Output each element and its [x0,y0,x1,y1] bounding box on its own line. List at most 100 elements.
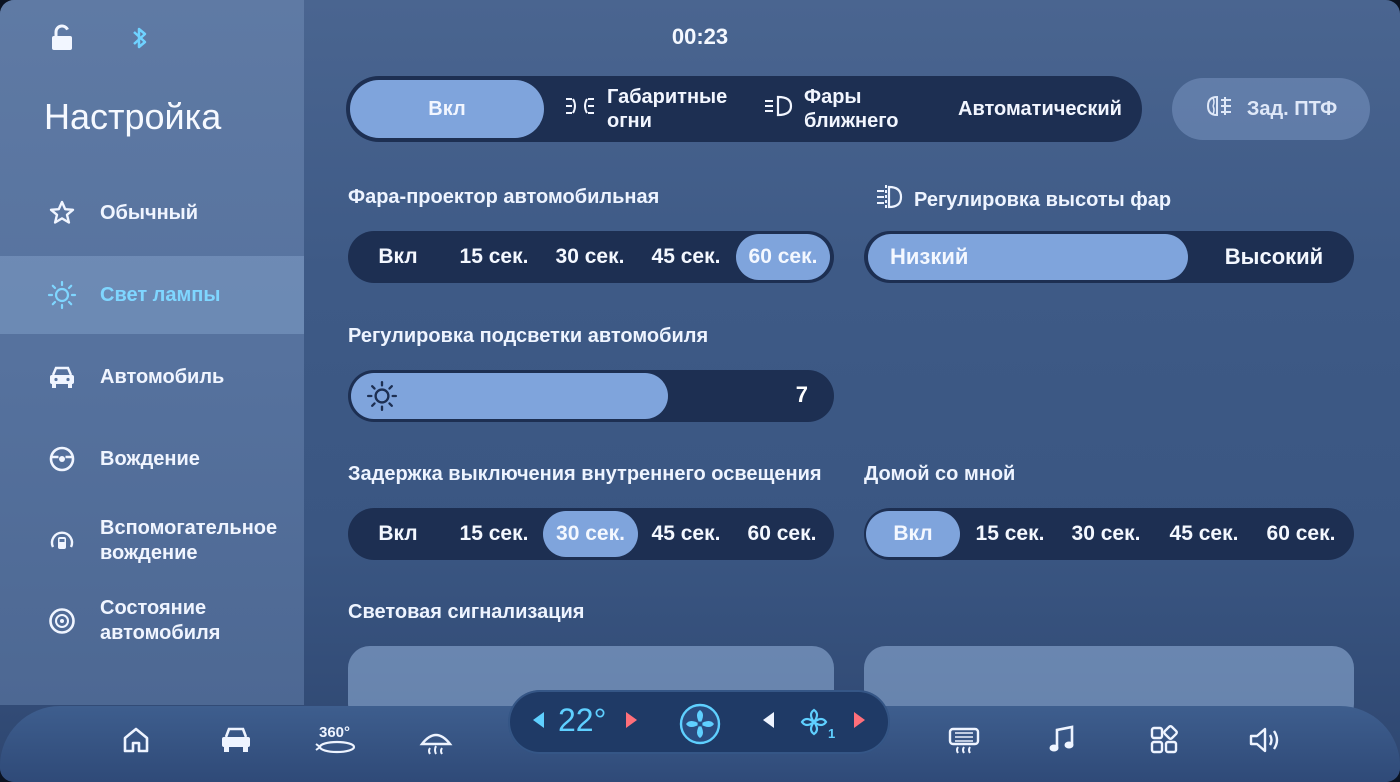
option-label: 45 сек. [651,245,721,268]
height-option-high[interactable]: Высокий [1196,234,1352,280]
lock-icon[interactable] [46,22,78,54]
follow-home-option-on[interactable]: Вкл [866,511,960,557]
option-label: 45 сек. [1169,522,1239,545]
brightness-icon [366,380,398,412]
rear-fog-button[interactable]: Зад. ПТФ [1172,78,1370,140]
driver-assist-icon [46,525,78,557]
sidebar-item-label: Вспомогательное вождение [100,517,278,564]
backlight-slider[interactable]: 7 [348,370,834,422]
sidebar-item-driver-assist[interactable]: Вспомогательное вождение [0,502,304,580]
backlight-value: 7 [795,382,808,407]
interior-delay-option-15[interactable]: 15 сек. [446,511,542,557]
option-label: 45 сек. [651,522,721,545]
star-icon [46,197,78,229]
height-label-row: Регулировка высоты фар [874,182,1171,218]
sidebar-item-label: Вождение [100,447,200,470]
sidebar-item-lights[interactable]: Свет лампы [0,256,304,334]
option-label: 30 сек. [1071,522,1141,545]
option-label: 60 сек. [747,522,817,545]
sidebar-item-label: Состояние автомобиля [100,597,221,644]
volume-icon[interactable] [1244,720,1284,760]
360-view-icon[interactable]: 360° [314,720,360,760]
clock: 00:23 [671,24,729,49]
light-mode-auto[interactable]: Автоматический [944,80,1136,138]
follow-home-option-60[interactable]: 60 сек. [1252,511,1350,557]
rear-fog-icon [1205,94,1235,124]
option-label: Вкл [378,245,418,268]
light-mode-parking[interactable]: Габаритные огни [552,80,742,138]
sidebar-item-general[interactable]: Обычный [0,174,304,252]
status-bar: 00:23 [0,0,1400,76]
wheel-icon [46,605,78,637]
music-icon[interactable] [1042,720,1082,760]
sidebar-item-label: Автомобиль [100,365,225,388]
fan-icon[interactable] [678,702,722,746]
follow-home-label: Домой со мной [864,463,1016,485]
rear-fog-label: Зад. ПТФ [1246,97,1338,120]
option-label: Вкл [893,522,933,545]
car-icon [46,361,78,393]
option-label: 30 сек. [556,522,625,545]
projector-option-on[interactable]: Вкл [352,234,444,280]
signal-label: Световая сигнализация [348,601,585,623]
sidebar-item-vehicle[interactable]: Автомобиль [0,338,304,416]
headlight-level-icon [874,182,904,218]
page-title: Настройка [44,96,222,137]
option-label: 30 сек. [555,245,625,268]
temp-down-arrow[interactable] [533,712,544,728]
fan-down-arrow[interactable] [763,712,774,728]
option-label: Вкл [378,522,418,545]
projector-option-15[interactable]: 15 сек. [446,234,542,280]
fan-speed-icon: 1 [798,704,840,744]
projector-label: Фара-проектор автомобильная [348,186,660,208]
follow-home-option-15[interactable]: 15 сек. [962,511,1058,557]
car-icon[interactable] [216,720,256,760]
sidebar-item-driving[interactable]: Вождение [0,420,304,498]
rear-defrost-icon[interactable] [944,720,984,760]
option-label: 60 сек. [748,245,818,268]
projector-option-45[interactable]: 45 сек. [638,234,734,280]
option-label: 15 сек. [459,245,529,268]
front-defrost-icon[interactable] [416,720,456,760]
fan-up-arrow[interactable] [854,712,865,728]
360-view-label: 360° [319,724,350,741]
sidebar-item-label: Свет лампы [100,283,221,306]
projector-option-30[interactable]: 30 сек. [542,234,638,280]
interior-delay-option-45[interactable]: 45 сек. [638,511,734,557]
follow-home-option-30[interactable]: 30 сек. [1058,511,1154,557]
fan-level: 1 [828,726,835,741]
sun-icon [46,279,78,311]
projector-option-60[interactable]: 60 сек. [736,234,830,280]
follow-home-option-45[interactable]: 45 сек. [1156,511,1252,557]
light-mode-low-beam[interactable]: Фары ближнего [750,80,920,138]
height-label: Регулировка высоты фар [914,188,1172,211]
light-mode-low-beam-label: Фары ближнего [804,86,899,132]
apps-icon[interactable] [1144,720,1184,760]
option-label: Высокий [1224,244,1324,269]
light-mode-parking-label: Габаритные огни [607,86,728,132]
interior-delay-option-60[interactable]: 60 сек. [734,511,830,557]
bluetooth-icon[interactable] [124,22,156,54]
interior-delay-label: Задержка выключения внутреннего освещени… [348,463,822,485]
sidebar-item-label: Обычный [100,201,199,224]
temperature-value: 22° [558,702,607,738]
backlight-slider-fill [351,373,668,419]
screen: 00:23 Настройка Обычный Свет лампы Автом… [0,0,1400,782]
interior-delay-option-30[interactable]: 30 сек. [543,511,638,557]
option-label: 60 сек. [1266,522,1336,545]
interior-delay-option-on[interactable]: Вкл [352,511,444,557]
low-beam-icon [762,94,794,124]
sidebar-item-vehicle-status[interactable]: Состояние автомобиля [0,582,304,660]
option-label: 15 сек. [459,522,529,545]
option-label: 15 сек. [975,522,1045,545]
parking-lights-icon [563,95,597,123]
temp-up-arrow[interactable] [626,712,637,728]
steering-wheel-icon [46,443,78,475]
light-mode-auto-label: Автоматический [958,98,1122,120]
option-label: Низкий [890,244,969,269]
backlight-label: Регулировка подсветки автомобиля [348,325,709,347]
light-mode-on-label: Вкл [428,98,466,120]
light-mode-on[interactable]: Вкл [350,80,544,138]
height-option-low[interactable]: Низкий [868,234,1188,280]
home-icon[interactable] [116,720,156,760]
